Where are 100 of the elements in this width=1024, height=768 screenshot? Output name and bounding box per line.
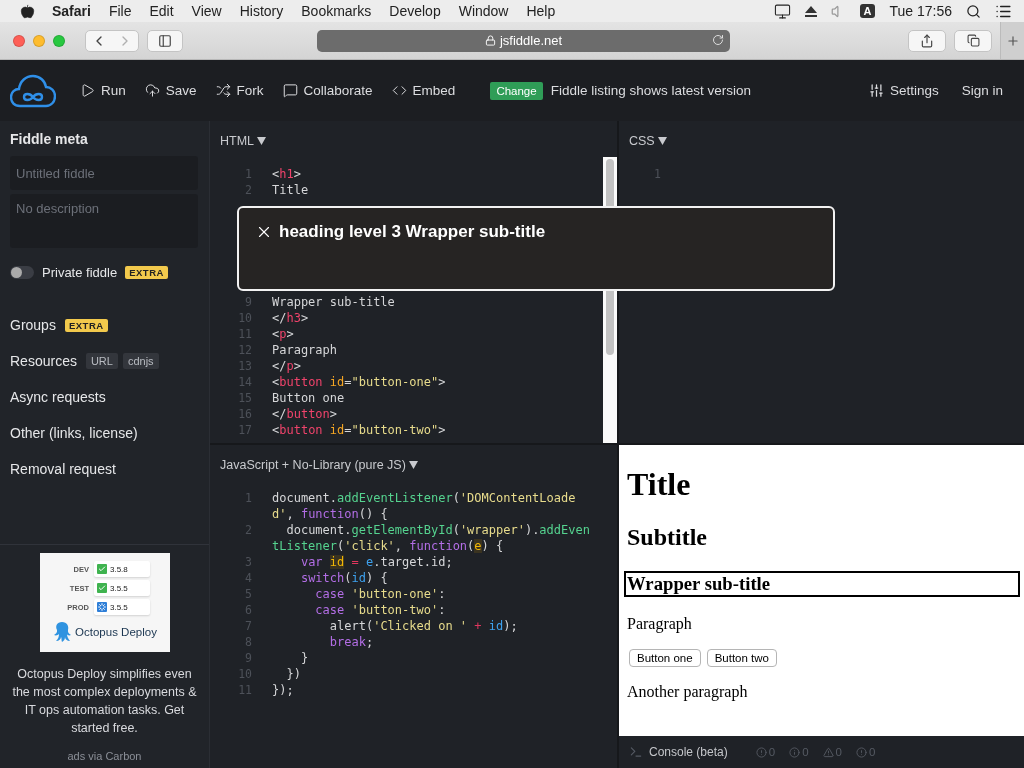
demo-button[interactable]: Button two [706,649,777,667]
code-line: <h1> [272,166,302,182]
input-source-indicator[interactable]: A [859,4,876,18]
sidebar-icon [158,33,172,48]
url-text: jsfiddle.net [499,33,563,48]
code-line: <p> [272,326,295,342]
clock[interactable]: Tue 17:56 [889,3,952,19]
code-line: </button> [272,406,339,422]
code-icon [391,83,407,98]
eject-icon[interactable] [804,5,817,17]
code-line: Paragraph [272,342,339,358]
toolbar-button[interactable]: Collaborate [274,83,381,98]
resource-tag[interactable]: URL [85,353,118,369]
tabs-icon [966,34,980,47]
caption-text: heading level 3 Wrapper sub-title [279,222,546,242]
paragraph: Another paragraph [627,683,749,701]
share-button[interactable] [908,29,946,52]
search-icon[interactable] [966,3,981,19]
title-field[interactable]: Untitled fiddle [10,156,198,190]
address-bar[interactable]: jsfiddle.net [317,29,730,52]
caret-icon [257,137,267,145]
alert-circle-icon [755,746,767,758]
resource-tag[interactable]: cdnjs [122,353,159,369]
description-field[interactable]: No description [10,194,198,248]
octopus-icon [52,621,73,643]
alert-circle-icon [855,746,867,758]
toolbar-button[interactable]: Embed [383,83,464,98]
speech-bubble-icon [282,83,298,98]
plus-icon [1005,33,1020,48]
play-icon [80,83,95,98]
brand-name: Octopus Deploy [75,626,157,638]
menu-item[interactable]: Develop [380,3,450,19]
code-line: } [299,650,310,666]
code-line: </h3> [272,310,310,326]
counter: 0 [802,746,809,758]
share-icon [920,33,934,48]
sign-in-link[interactable]: Sign in [953,83,1011,98]
menu-item[interactable]: Help [517,3,565,19]
warning-icon [822,746,834,758]
menu-item[interactable]: Bookmarks [292,3,381,19]
notice-text: Fiddle listing shows latest version [550,83,751,98]
code-line: break; [328,634,375,650]
sidebar-item[interactable]: Removal request [10,461,116,477]
ad-credit-link[interactable]: ads via Carbon [67,750,142,762]
sidebar-item[interactable]: Resources [10,353,77,369]
settings-icon [868,83,884,98]
toolbar-button[interactable]: Run [72,83,134,98]
code-line: Wrapper sub-title [272,294,396,310]
apple-icon[interactable] [20,3,35,19]
code-line: Title [272,182,310,198]
toggle-label: Private fiddle [42,265,118,280]
code-line: alert('Clicked on ' + id); [328,618,519,634]
menu-item[interactable]: Safari [43,3,100,19]
heading: Subtitle [627,524,708,551]
caret-icon [408,461,418,469]
extra-tag: EXTRA [64,318,108,332]
menu-item[interactable]: View [182,3,231,19]
heading: Wrapper sub-title [624,571,1020,597]
toolbar-button[interactable]: Save [136,83,205,98]
panel-label[interactable]: CSS [629,134,655,148]
sidebar-button[interactable] [147,29,183,52]
console-toggle[interactable]: Console (beta) [649,745,728,759]
menu-item[interactable]: File [99,3,141,19]
menu-item[interactable]: History [230,3,293,19]
sidebar-item[interactable]: Async requests [10,389,106,405]
lock-icon [484,35,496,46]
tabs-button[interactable] [954,29,992,52]
caret-icon [657,137,667,145]
counter: 0 [835,746,842,758]
extra-tag: EXTRA [125,266,168,279]
panel-label[interactable]: HTML [220,134,255,148]
reload-icon[interactable] [712,33,724,46]
terminal-icon [629,745,643,759]
code-line: switch(id) { [299,570,389,586]
code-line: case 'button-two': [314,602,447,618]
settings-button[interactable]: Settings [860,83,947,98]
demo-button[interactable]: Button one [629,649,701,667]
menu-item[interactable]: Window [449,3,518,19]
sidebar-item[interactable]: Other (links, license) [10,425,138,441]
code-line: var id = e.target.id; [299,554,454,570]
paragraph: Paragraph [627,615,693,633]
private-toggle[interactable] [10,266,34,279]
display-icon[interactable] [773,2,791,20]
toolbar-button[interactable]: Fork [207,83,272,98]
code-line: </p> [272,358,302,374]
code-line: case 'button-one': [314,586,447,602]
code-line: Button one [272,390,346,406]
ad-text[interactable]: Octopus Deploy simplifies even the most complex deployments & IT ops automation tasks. Get started free. [10,665,199,737]
heading: Title [627,466,692,503]
panel-label[interactable]: JavaScript + No-Library (pure JS) [220,458,406,472]
code-line: document.getElementById('wrapper').addEventListener('click', function(e) { [272,522,591,554]
sidebar-item[interactable]: Groups [10,317,56,333]
close-window-button[interactable] [13,34,25,47]
cloud-upload-icon [144,83,160,98]
code-line: <button id="button-one"> [272,374,447,390]
menu-item[interactable]: Edit [140,3,183,19]
code-line: <button id="button-two"> [272,422,447,438]
sidebar-title: Fiddle meta [10,131,89,147]
cloud-logo-icon[interactable] [10,73,56,108]
shuffle-icon [215,83,231,98]
